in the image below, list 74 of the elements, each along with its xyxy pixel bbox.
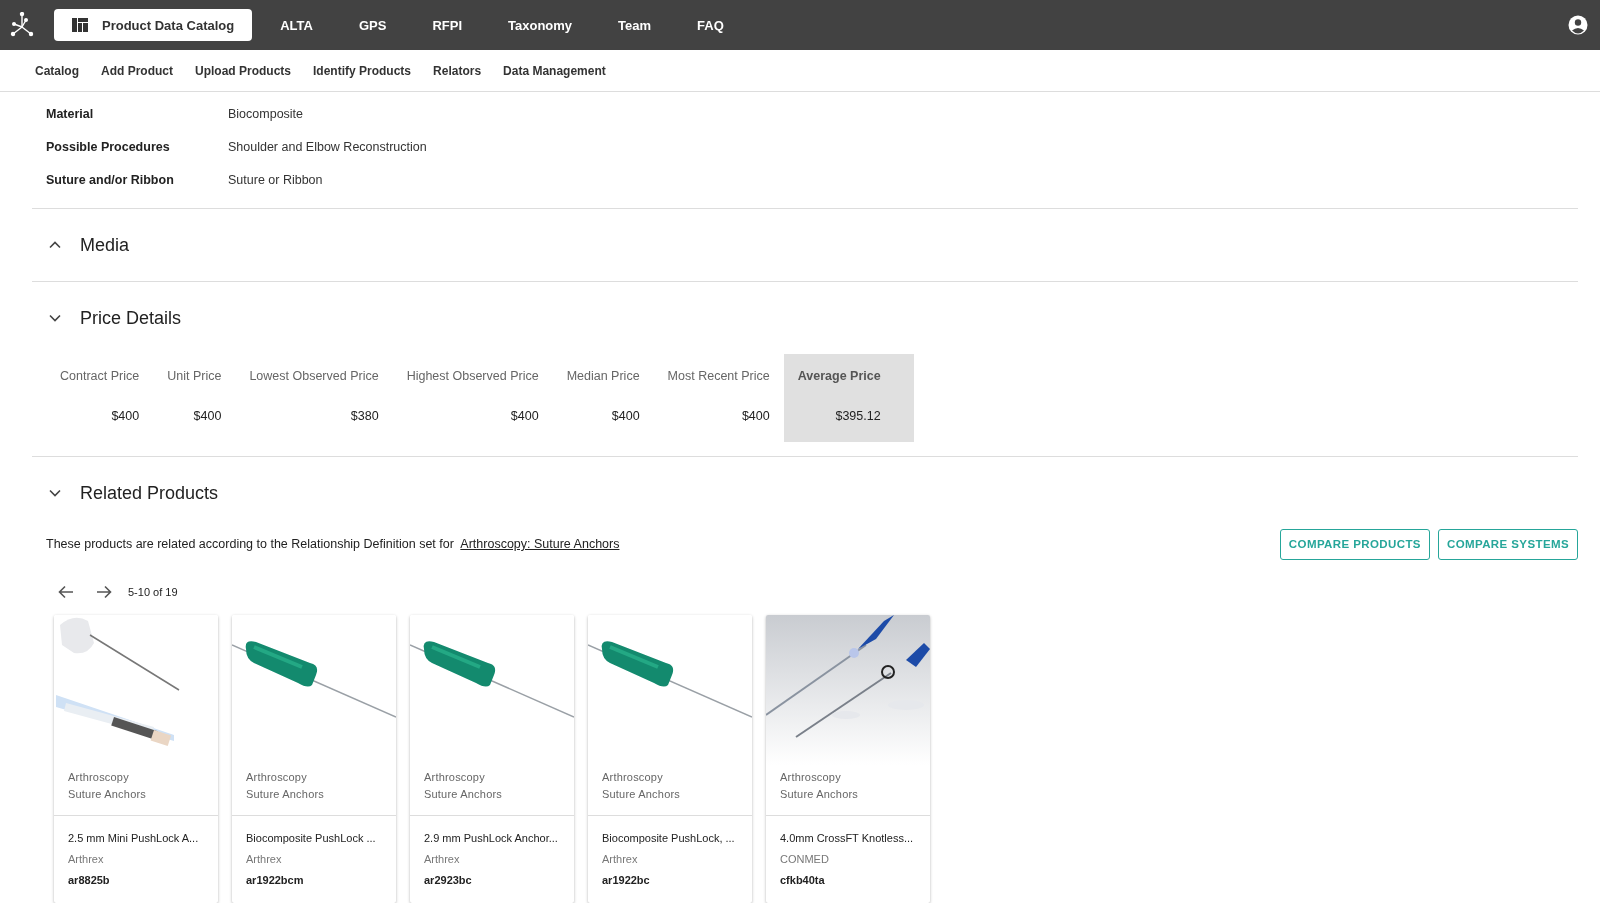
- attribute-value: Shoulder and Elbow Reconstruction: [228, 139, 427, 154]
- product-code: ar2923bc: [424, 873, 473, 888]
- subnav-link[interactable]: Add Product: [101, 63, 173, 78]
- category-link[interactable]: Arthroscopy: Suture Anchors: [460, 537, 620, 551]
- price-value: $380: [350, 408, 379, 425]
- subnav-link[interactable]: Catalog: [35, 63, 79, 78]
- product-card[interactable]: Arthroscopy Suture Anchors Biocomposite PushLock ... Arthrex ar1922bcm: [232, 615, 396, 903]
- nav-tab[interactable]: Team: [600, 9, 670, 41]
- relationship-sentence: These products are related according to the Relationship Definition set for Arthroscopy: Suture Anchors: [46, 537, 620, 551]
- nav-tab[interactable]: Taxonomy: [490, 9, 591, 41]
- subcategory-text: Suture Anchors: [246, 787, 325, 802]
- product-name: 2.5 mm Mini PushLock A...: [68, 831, 200, 846]
- price-value: $400: [741, 408, 770, 425]
- category-text: Arthroscopy: [246, 770, 308, 785]
- attribute-value: Suture or Ribbon: [228, 172, 323, 187]
- column-header: Most Recent Price: [667, 368, 770, 385]
- nav-tab[interactable]: RFPI: [414, 9, 480, 41]
- manufacturer-text: Arthrex: [246, 852, 283, 867]
- column-header: Unit Price: [167, 368, 222, 385]
- product-name: 4.0mm CrossFT Knotless...: [780, 831, 915, 846]
- category-text: Arthroscopy: [780, 770, 842, 785]
- manufacturer-text: CONMED: [780, 852, 830, 867]
- price-value: $400: [510, 408, 539, 425]
- subnav-link[interactable]: Data Management: [503, 63, 606, 78]
- section-title[interactable]: Price Details: [80, 307, 182, 329]
- nav-tab[interactable]: FAQ: [679, 9, 742, 41]
- product-code: cfkb40ta: [780, 873, 826, 888]
- subcategory-text: Suture Anchors: [68, 787, 147, 802]
- product-code: ar8825b: [68, 873, 111, 888]
- product-name: 2.9 mm PushLock Anchor...: [424, 831, 559, 846]
- attribute-label: Suture and/or Ribbon: [46, 172, 175, 187]
- subcategory-text: Suture Anchors: [780, 787, 859, 802]
- subnav-link[interactable]: Relators: [433, 63, 482, 78]
- column-header: Contract Price: [60, 368, 140, 385]
- product-card[interactable]: Arthroscopy Suture Anchors Biocomposite PushLock, ... Arthrex ar1922bc: [588, 615, 752, 903]
- price-value: $395.12: [835, 408, 881, 425]
- price-value: $400: [193, 408, 222, 425]
- column-header: Median Price: [566, 368, 640, 385]
- column-header: Highest Observed Price: [406, 368, 539, 385]
- product-name: Biocomposite PushLock, ...: [602, 831, 736, 846]
- nav-tab[interactable]: GPS: [340, 9, 405, 41]
- manufacturer-text: Arthrex: [602, 852, 639, 867]
- dashboard-icon: [72, 18, 88, 32]
- manufacturer-text: Arthrex: [424, 852, 461, 867]
- product-code: ar1922bc: [602, 873, 651, 888]
- product-card[interactable]: Arthroscopy Suture Anchors 4.0mm CrossFT Knotless... CONMED cfkb40ta: [766, 615, 930, 903]
- attribute-value: Biocomposite: [228, 106, 304, 121]
- section-title[interactable]: Related Products: [80, 482, 219, 504]
- category-text: Arthroscopy: [424, 770, 486, 785]
- price-value: $400: [611, 408, 640, 425]
- price-value: $400: [111, 408, 140, 425]
- column-header: Average Price: [797, 368, 881, 385]
- product-name: Biocomposite PushLock ...: [246, 831, 377, 846]
- category-text: Arthroscopy: [602, 770, 664, 785]
- section-title[interactable]: Media: [80, 234, 130, 256]
- subcategory-text: Suture Anchors: [424, 787, 503, 802]
- subcategory-text: Suture Anchors: [602, 787, 681, 802]
- nav-tab[interactable]: ALTA: [262, 9, 331, 41]
- subnav-link[interactable]: Upload Products: [195, 63, 292, 78]
- back-arrow-icon[interactable]: [58, 585, 74, 599]
- account-icon[interactable]: [1568, 15, 1588, 35]
- product-card[interactable]: Arthroscopy Suture Anchors 2.9 mm PushLock Anchor... Arthrex ar2923bc: [410, 615, 574, 903]
- product-card[interactable]: Arthroscopy Suture Anchors 2.5 mm Mini PushLock A... Arthrex ar8825b: [54, 615, 218, 903]
- product-code: ar1922bcm: [246, 873, 305, 888]
- page-range: 5-10 of 19: [128, 586, 178, 598]
- manufacturer-text: Arthrex: [68, 852, 105, 867]
- column-header: Lowest Observed Price: [249, 368, 379, 385]
- logo-icon[interactable]: [10, 12, 34, 38]
- attribute-label: Possible Procedures: [46, 139, 171, 154]
- category-text: Arthroscopy: [68, 770, 130, 785]
- subnav-link[interactable]: Identify Products: [313, 63, 412, 78]
- attribute-label: Material: [46, 106, 95, 121]
- forward-arrow-icon[interactable]: [96, 585, 112, 599]
- nav-tab[interactable]: Product Data Catalog: [54, 9, 253, 41]
